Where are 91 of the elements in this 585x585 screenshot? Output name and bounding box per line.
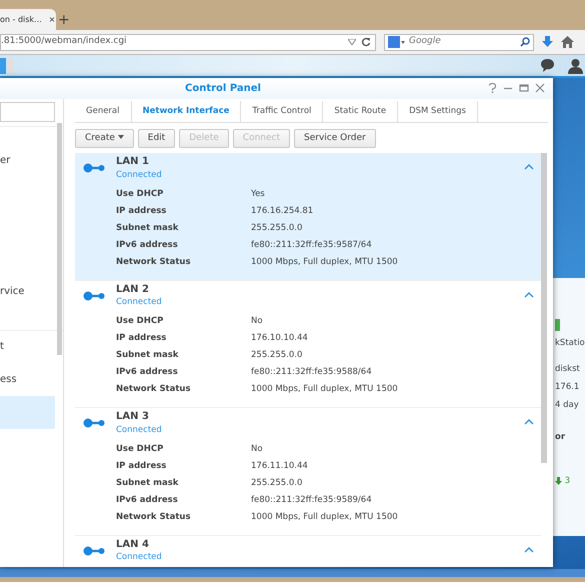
field-value: 1000 Mbps, Full duplex, MTU 1500 — [251, 510, 398, 524]
sidebar-item[interactable]: t — [0, 330, 63, 363]
connection-status: Connected — [116, 297, 162, 308]
traffic-value: 3 — [564, 476, 570, 486]
reload-icon[interactable] — [361, 37, 371, 47]
tab[interactable]: General — [75, 100, 132, 122]
info-text: kStatio — [555, 337, 585, 350]
tab-title: on - disk... — [0, 14, 42, 26]
field-value: 1000 Mbps, Full duplex, MTU 1500 — [251, 256, 398, 268]
field-value: 255.255.0.0 — [251, 222, 302, 234]
home-icon[interactable] — [561, 36, 574, 48]
scrollbar[interactable] — [541, 153, 547, 464]
field-value: 176.10.10.44 — [251, 332, 308, 345]
field-value: 176.11.10.44 — [251, 460, 308, 472]
help-icon[interactable] — [488, 83, 497, 94]
browser-tab[interactable]: on - disk... × — [0, 9, 56, 30]
chevron-icon[interactable] — [524, 290, 534, 299]
section-heading: or — [555, 431, 566, 444]
close-tab-button[interactable]: × — [48, 14, 56, 26]
field-value: fe80::211:32ff:fe35:9587/64 — [251, 238, 372, 252]
chevron-icon[interactable] — [524, 418, 534, 426]
sidebar-item[interactable]: ess — [0, 362, 63, 396]
interface-name: LAN 1 — [116, 155, 149, 170]
network-interface-item[interactable]: LAN 1 Connected Use DHCP Yes IP address 176.16.254.81 Subnet mask 255.255.0.0 IPv6 address fe80::211:32ff:fe35:9587/64 Network Status 1000 Mbps, Full duplex, MTU 1500 — [75, 153, 541, 281]
field-value: fe80::211:32ff:fe35:9588/64 — [251, 366, 372, 379]
info-text: 176.1 — [555, 381, 580, 394]
chevron-icon[interactable] — [524, 163, 534, 172]
field-value: 176.16.254.81 — [251, 204, 314, 218]
dropdown-icon[interactable] — [348, 39, 356, 45]
field-value: No — [251, 315, 263, 328]
download-icon[interactable] — [542, 36, 553, 48]
window-title: Control Panel — [184, 82, 262, 96]
close-icon[interactable] — [535, 83, 545, 94]
network-port-icon — [83, 546, 105, 556]
search-icon[interactable] — [520, 37, 530, 47]
search-field[interactable]: Google — [384, 34, 534, 50]
field-value: fe80::211:32ff:fe35:9589/64 — [251, 494, 372, 506]
field-label: Subnet mask — [116, 222, 180, 234]
field-value: 1000 Mbps, Full duplex, MTU 1500 — [251, 383, 398, 396]
interface-name: LAN 4 — [116, 538, 149, 552]
field-label: IP address — [116, 204, 168, 218]
network-interface-item[interactable]: LAN 2 Connected Use DHCP No IP address 176.10.10.44 Subnet mask 255.255.0.0 IPv6 address fe80::211:32ff:fe35:9588/64 Network Status 1000 Mbps, Full duplex, MTU 1500 — [75, 280, 541, 408]
connection-status: Connected — [116, 424, 162, 436]
maximize-icon[interactable] — [519, 83, 529, 94]
chat-icon[interactable] — [540, 58, 555, 73]
address-bar[interactable]: .81:5000/webman/index.cgi — [0, 34, 376, 50]
field-label: IP address — [116, 460, 168, 472]
tab[interactable]: Network Interface — [132, 100, 242, 122]
connection-status: Connected — [116, 170, 162, 181]
field-label: Network Status — [116, 256, 192, 268]
new-tab-button[interactable]: + — [58, 10, 70, 30]
field-label: Network Status — [116, 510, 192, 524]
field-label: IPv6 address — [116, 238, 179, 252]
caret-icon — [118, 135, 124, 140]
field-label: Network Status — [116, 383, 192, 396]
chevron-icon[interactable] — [524, 546, 534, 554]
field-label: IPv6 address — [116, 494, 179, 506]
field-value: No — [251, 442, 263, 456]
network-port-icon — [83, 163, 105, 174]
network-port-icon — [83, 290, 105, 301]
sidebar-search-field[interactable] — [0, 102, 55, 122]
field-value: 255.255.0.0 — [251, 476, 302, 490]
sidebar-item[interactable]: rvice — [0, 274, 63, 308]
scrollbar[interactable] — [57, 122, 62, 355]
info-text: 4 day — [555, 399, 580, 412]
tab[interactable]: Static Route — [323, 100, 398, 122]
toolbar-button[interactable]: Edit — [138, 128, 176, 148]
user-icon[interactable] — [568, 58, 583, 74]
field-value: 255.255.0.0 — [251, 349, 302, 362]
toolbar-button[interactable]: Service Order — [294, 128, 376, 148]
status-bar-icon — [555, 318, 560, 331]
field-label: Subnet mask — [116, 476, 180, 490]
field-label: Use DHCP — [116, 442, 164, 456]
interface-name: LAN 2 — [116, 282, 149, 297]
tab[interactable]: DSM Settings — [398, 100, 478, 122]
search-engine-icon[interactable] — [388, 36, 406, 48]
field-value: Yes — [251, 188, 265, 200]
tab[interactable]: Traffic Control — [241, 100, 324, 122]
info-text: diskst — [555, 363, 581, 376]
download-arrow-icon — [555, 476, 562, 485]
field-label: IP address — [116, 332, 168, 345]
network-interface-item[interactable]: LAN 3 Connected Use DHCP No IP address 176.11.10.44 Subnet mask 255.255.0.0 IPv6 address fe80::211:32ff:fe35:9589/64 Network Status 1000 Mbps, Full duplex, MTU 1500 — [75, 408, 541, 536]
field-label: Subnet mask — [116, 349, 180, 362]
interface-name: LAN 3 — [116, 410, 149, 424]
field-label: Use DHCP — [116, 188, 164, 200]
network-port-icon — [83, 418, 105, 428]
field-label: Use DHCP — [116, 315, 164, 328]
sidebar-item[interactable]: er — [0, 144, 63, 177]
connection-status: Connected — [116, 552, 162, 564]
field-label: IPv6 address — [116, 366, 179, 379]
create-dropdown-button[interactable]: Create — [75, 128, 134, 148]
